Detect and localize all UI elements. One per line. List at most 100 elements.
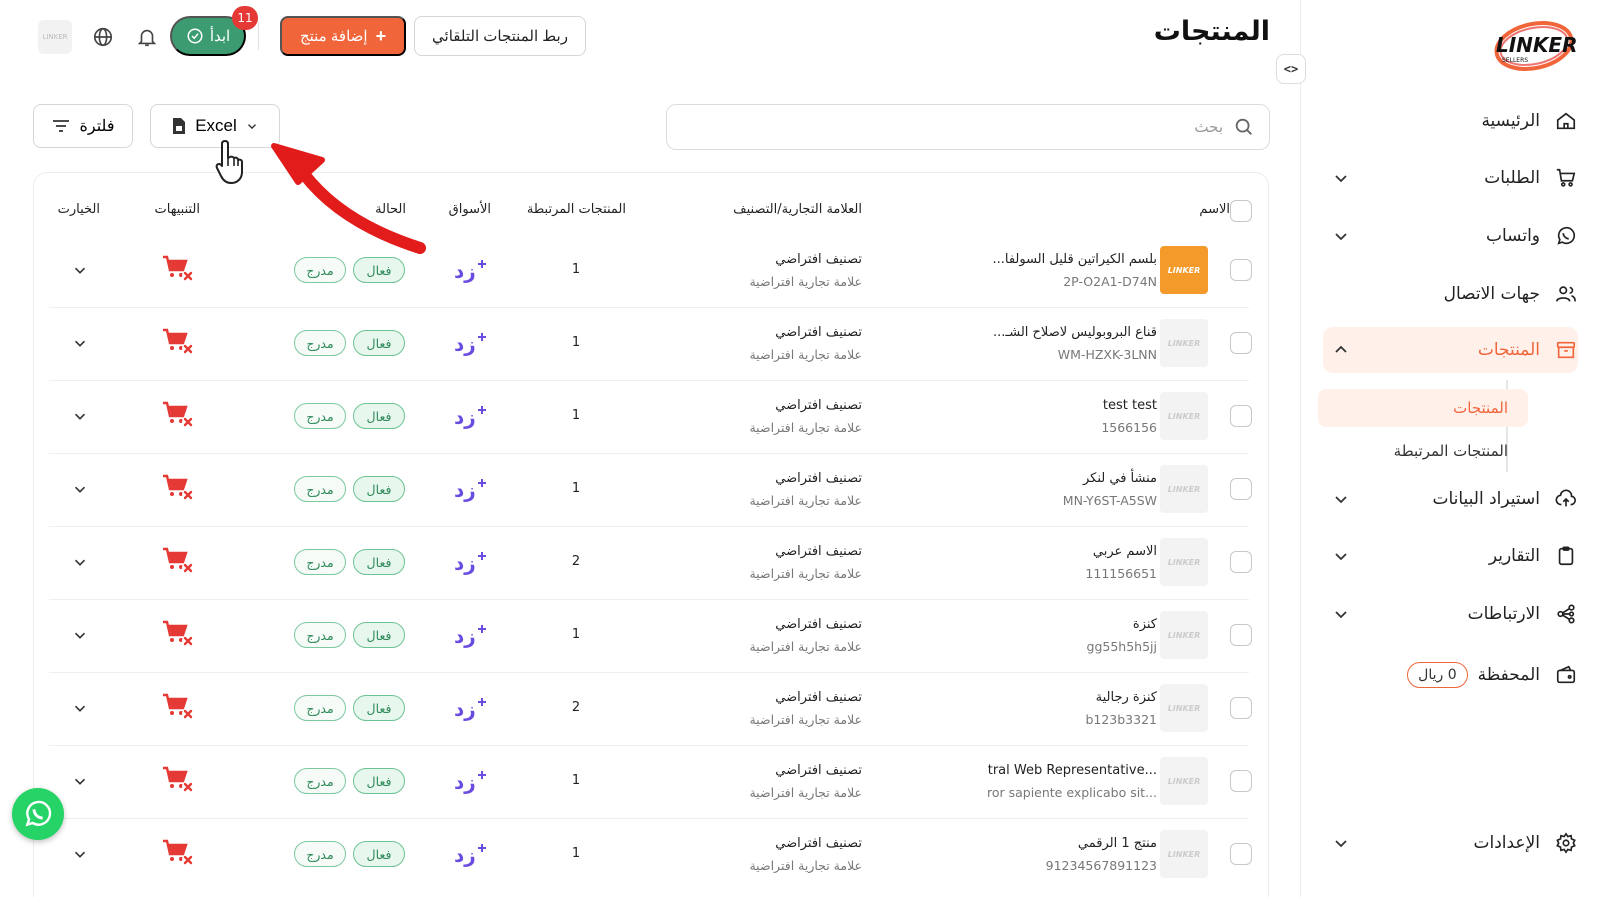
sidebar-item-label: جهات الاتصال xyxy=(1443,284,1540,304)
row-options-chevron-icon[interactable] xyxy=(71,845,89,863)
row-options-chevron-icon[interactable] xyxy=(71,626,89,644)
sidebar-item-whatsapp[interactable]: واتساب xyxy=(1323,213,1578,259)
cart-alert-icon[interactable] xyxy=(162,838,196,868)
linked-count: 1 xyxy=(571,846,581,861)
product-thumbnail: LINKER xyxy=(1160,684,1208,732)
auto-link-products-button[interactable]: ربط المنتجات التلقائي xyxy=(414,16,586,56)
search-input[interactable] xyxy=(667,118,1223,136)
product-name[interactable]: بلسم الكيراتين قليل السولفا... xyxy=(992,252,1157,267)
cart-alert-icon[interactable] xyxy=(162,692,196,722)
row-options-chevron-icon[interactable] xyxy=(71,407,89,425)
row-divider xyxy=(49,599,1249,600)
linker-logo[interactable]: LINKER SELLERS xyxy=(1486,18,1577,74)
sidebar-item-label: المحفظة xyxy=(1477,665,1540,685)
sidebar-item-links[interactable]: الارتباطات xyxy=(1323,591,1578,637)
zid-market-icon: زد xyxy=(451,767,491,795)
sub-item-linked-products[interactable]: المنتجات المرتبطة xyxy=(1318,432,1528,470)
logo-text: LINKER xyxy=(1496,33,1576,57)
product-name[interactable]: منشأ في لنكر xyxy=(1083,471,1157,486)
product-name[interactable]: test test xyxy=(1103,398,1157,413)
row-options-chevron-icon[interactable] xyxy=(71,334,89,352)
home-icon xyxy=(1554,109,1578,133)
row-checkbox[interactable] xyxy=(1230,332,1252,354)
chevron-down-icon[interactable] xyxy=(1331,604,1351,624)
upload-cloud-icon xyxy=(1554,487,1578,511)
product-name[interactable]: قناع البروبوليس لاصلاح الشـ... xyxy=(993,325,1157,340)
linked-count: 1 xyxy=(571,335,581,350)
status-badge: فعال xyxy=(353,695,405,721)
cart-alert-icon[interactable] xyxy=(162,473,196,503)
sidebar-item-wallet[interactable]: المحفظة 0 ريال xyxy=(1323,652,1578,698)
row-options-chevron-icon[interactable] xyxy=(71,699,89,717)
row-options-chevron-icon[interactable] xyxy=(71,772,89,790)
row-options-chevron-icon[interactable] xyxy=(71,261,89,279)
product-sku: gg55h5h5jj xyxy=(1086,639,1157,654)
filter-icon xyxy=(52,119,70,133)
page-title: المنتجات xyxy=(1153,16,1270,47)
chevron-down-icon[interactable] xyxy=(1331,833,1351,853)
sidebar-item-home[interactable]: الرئيسية xyxy=(1323,98,1578,144)
product-category: تصنيف افتراضي xyxy=(775,325,862,340)
product-brand: علامة تجارية افتراضية xyxy=(749,639,862,654)
select-all-checkbox[interactable] xyxy=(1230,200,1252,222)
add-product-button[interactable]: + إضافة منتج xyxy=(280,16,406,56)
globe-icon[interactable] xyxy=(90,24,116,50)
sidebar-item-products[interactable]: المنتجات xyxy=(1323,327,1578,373)
add-product-label: إضافة منتج xyxy=(299,28,368,45)
whatsapp-chat-button[interactable] xyxy=(12,788,64,840)
product-sku: 111156651 xyxy=(1085,566,1157,581)
cart-alert-icon[interactable] xyxy=(162,327,196,357)
product-name[interactable]: الاسم عربي xyxy=(1093,544,1157,559)
clipboard-icon xyxy=(1554,544,1578,568)
cart-alert-icon[interactable] xyxy=(162,546,196,576)
cart-alert-icon[interactable] xyxy=(162,619,196,649)
header-markets: الأسواق xyxy=(448,202,491,217)
row-checkbox[interactable] xyxy=(1230,697,1252,719)
status-badge: فعال xyxy=(353,841,405,867)
product-category: تصنيف افتراضي xyxy=(775,836,862,851)
sidebar-item-settings[interactable]: الإعدادات xyxy=(1323,820,1578,866)
product-name[interactable]: كنزة رجالية xyxy=(1096,690,1157,705)
row-options-chevron-icon[interactable] xyxy=(71,480,89,498)
avatar[interactable]: LINKER xyxy=(38,20,72,54)
status-badge: فعال xyxy=(353,549,405,575)
row-checkbox[interactable] xyxy=(1230,624,1252,646)
chevron-down-icon[interactable] xyxy=(1331,226,1351,246)
row-checkbox[interactable] xyxy=(1230,478,1252,500)
sub-item-products[interactable]: المنتجات xyxy=(1318,389,1528,427)
linked-count: 2 xyxy=(571,700,581,715)
search-icon xyxy=(1233,116,1255,138)
product-name[interactable]: منتج 1 الرقمي xyxy=(1078,836,1157,851)
row-checkbox[interactable] xyxy=(1230,259,1252,281)
wallet-balance-badge: 0 ريال xyxy=(1407,662,1468,688)
chevron-down-icon[interactable] xyxy=(1331,489,1351,509)
chevron-down-icon[interactable] xyxy=(1331,546,1351,566)
chevron-down-icon[interactable] xyxy=(1331,168,1351,188)
header-options: الخيارت xyxy=(57,202,100,217)
bell-icon[interactable] xyxy=(134,24,160,50)
product-thumbnail: LINKER xyxy=(1160,830,1208,878)
sidebar-item-import[interactable]: استيراد البيانات xyxy=(1323,476,1578,522)
sidebar-item-orders[interactable]: الطلبات xyxy=(1323,155,1578,201)
product-category: تصنيف افتراضي xyxy=(775,471,862,486)
cart-alert-icon[interactable] xyxy=(162,254,196,284)
filter-button[interactable]: فلترة xyxy=(33,104,133,148)
row-options-chevron-icon[interactable] xyxy=(71,553,89,571)
row-checkbox[interactable] xyxy=(1230,843,1252,865)
sidebar-item-reports[interactable]: التقارير xyxy=(1323,533,1578,579)
row-checkbox[interactable] xyxy=(1230,770,1252,792)
product-name[interactable]: كنزة xyxy=(1133,617,1157,632)
row-checkbox[interactable] xyxy=(1230,405,1252,427)
chevron-up-icon[interactable] xyxy=(1331,340,1351,360)
cart-alert-icon[interactable] xyxy=(162,765,196,795)
market-label: زد xyxy=(454,259,476,283)
sidebar-item-contacts[interactable]: جهات الاتصال xyxy=(1323,271,1578,317)
product-thumbnail: LINKER xyxy=(1160,757,1208,805)
search-box[interactable] xyxy=(666,104,1270,150)
product-name[interactable]: ...tral Web Representative xyxy=(988,763,1157,778)
product-thumbnail: LINKER xyxy=(1160,538,1208,586)
cart-alert-icon[interactable] xyxy=(162,400,196,430)
market-label: زد xyxy=(454,551,476,575)
collapse-sidebar-button[interactable]: <> xyxy=(1276,54,1306,84)
row-checkbox[interactable] xyxy=(1230,551,1252,573)
